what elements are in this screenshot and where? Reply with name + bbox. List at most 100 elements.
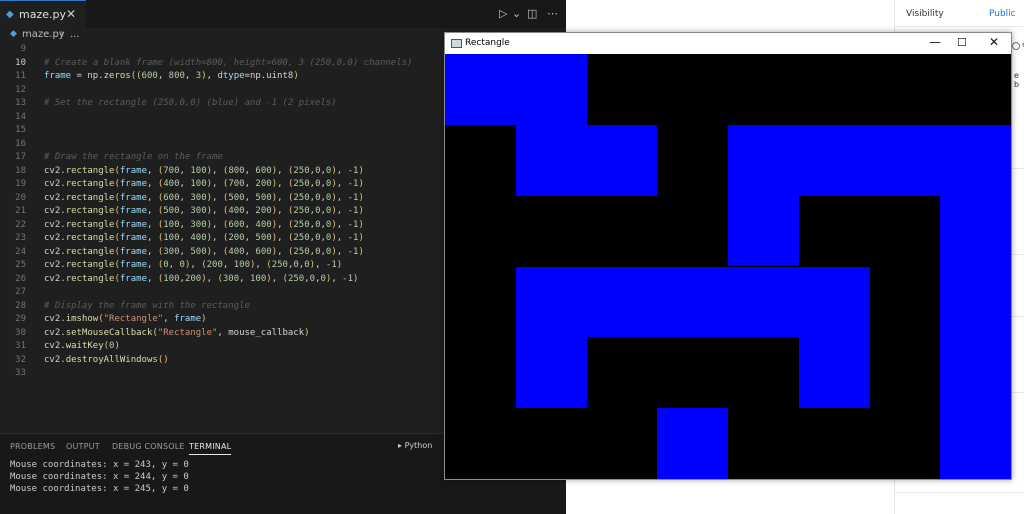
tab-terminal[interactable]: TERMINAL bbox=[189, 442, 232, 455]
code-token: 800 bbox=[228, 165, 245, 176]
code-token: , bbox=[212, 233, 223, 243]
code-token: frame bbox=[119, 206, 147, 216]
code-token: 600 bbox=[255, 165, 272, 176]
code-text: frame = np.zeros((600, 800, 3), dtype=np… bbox=[44, 70, 299, 84]
code-token: "Rectangle" bbox=[157, 327, 218, 338]
line-number: 26 bbox=[15, 273, 26, 284]
code-token: , bbox=[179, 219, 191, 230]
terminal-line: Mouse coordinates: x = 243, y = 0 bbox=[10, 460, 189, 470]
code-token: 700 bbox=[163, 165, 180, 176]
code-token: 500 bbox=[255, 192, 272, 203]
opencv-window[interactable]: Rectangle — ☐ ✕ bbox=[444, 32, 1012, 480]
code-token: 250 bbox=[293, 246, 310, 257]
code-token: frame bbox=[44, 71, 72, 81]
code-token: 300 bbox=[190, 219, 207, 230]
code-token: 800 bbox=[168, 71, 185, 81]
line-number: 19 bbox=[15, 179, 26, 189]
code-token: frame bbox=[119, 246, 147, 257]
code-token: =np.uint8 bbox=[244, 71, 294, 81]
code-token: , bbox=[336, 246, 348, 257]
code-text: # Set the rectangle (250,0,0) (blue) and… bbox=[44, 97, 337, 111]
breadcrumb-more[interactable]: ... bbox=[70, 29, 80, 40]
line-number: 13 bbox=[15, 98, 26, 108]
code-token: frame bbox=[119, 192, 147, 203]
code-token: 500 bbox=[255, 233, 272, 243]
minimize-icon[interactable]: — bbox=[929, 35, 941, 49]
code-token: , bbox=[222, 260, 234, 270]
close-icon[interactable]: ✕ bbox=[989, 35, 999, 49]
code-text: cv2.rectangle(frame, (400, 100), (700, 2… bbox=[44, 178, 364, 192]
code-text: cv2.rectangle(frame, (100, 300), (600, 4… bbox=[44, 219, 364, 233]
code-token: 100 bbox=[233, 260, 250, 270]
code-token: 400 bbox=[163, 179, 180, 189]
code-token: cv2. bbox=[44, 314, 66, 324]
code-token: , bbox=[336, 206, 348, 216]
code-token: -1 bbox=[342, 273, 354, 284]
code-token: rectangle bbox=[65, 260, 115, 270]
code-token: rectangle bbox=[65, 273, 115, 284]
code-token: , bbox=[146, 273, 158, 284]
terminal-selector[interactable]: ▸ Python bbox=[398, 441, 432, 450]
close-icon[interactable]: ✕ bbox=[66, 7, 76, 21]
chevron-down-icon[interactable]: ⌄ bbox=[512, 7, 521, 20]
code-token: , bbox=[179, 179, 191, 189]
maximize-icon[interactable]: ☐ bbox=[957, 36, 967, 49]
tab-problems[interactable]: PROBLEMS bbox=[10, 442, 55, 451]
code-text: # Draw the rectangle on the frame bbox=[44, 151, 223, 165]
split-editor-icon[interactable]: ◫ bbox=[527, 7, 537, 20]
blue-rectangle bbox=[728, 195, 799, 267]
code-token: , bbox=[244, 206, 256, 216]
text-fragment: e b bbox=[1014, 71, 1020, 89]
code-token: 200 bbox=[228, 233, 245, 243]
code-token: , bbox=[146, 206, 158, 216]
python-file-icon: ◆ bbox=[6, 9, 14, 20]
line-number: 14 bbox=[15, 111, 26, 122]
code-token: , bbox=[244, 179, 256, 189]
code-token: cv2. bbox=[44, 233, 66, 243]
more-actions-icon[interactable]: ⋯ bbox=[547, 7, 558, 20]
code-token: 200 bbox=[184, 273, 202, 284]
code-token: -1 bbox=[347, 179, 359, 189]
code-token: 100 bbox=[163, 273, 180, 284]
tab-debug-console[interactable]: DEBUG CONSOLE bbox=[112, 442, 185, 451]
image-canvas[interactable] bbox=[445, 54, 1011, 479]
visibility-value[interactable]: Public bbox=[989, 9, 1016, 19]
code-token: , bbox=[277, 206, 288, 216]
code-token: , bbox=[206, 71, 218, 81]
radio-button[interactable] bbox=[1012, 42, 1020, 50]
line-number: 23 bbox=[15, 233, 26, 243]
code-token: 600 bbox=[228, 219, 245, 230]
tab-maze-py[interactable]: ◆ maze.py ✕ bbox=[0, 0, 86, 28]
terminal-line: Mouse coordinates: x = 244, y = 0 bbox=[10, 472, 189, 482]
code-token: cv2. bbox=[44, 327, 66, 338]
line-number: 16 bbox=[15, 138, 26, 149]
tab-output[interactable]: OUTPUT bbox=[66, 442, 100, 451]
code-token: 200 bbox=[255, 206, 272, 216]
code-token: 100 bbox=[250, 273, 267, 284]
code-token: frame bbox=[119, 233, 147, 243]
code-token: rectangle bbox=[65, 206, 115, 216]
code-token: cv2. bbox=[44, 260, 66, 270]
code-token: cv2. bbox=[44, 165, 66, 176]
breadcrumb-file[interactable]: maze.py bbox=[22, 29, 65, 40]
code-token: ) bbox=[293, 71, 299, 81]
run-icon[interactable]: ▷ bbox=[499, 7, 507, 20]
code-token: , bbox=[336, 179, 348, 189]
code-token: 300 bbox=[190, 206, 207, 216]
code-token: frame bbox=[119, 219, 147, 230]
code-token: 100 bbox=[163, 219, 180, 230]
code-token: , bbox=[190, 260, 202, 270]
code-token: 600 bbox=[141, 71, 158, 81]
window-title-bar[interactable]: Rectangle — ☐ ✕ bbox=[445, 33, 1011, 54]
code-token: , mouse_callback bbox=[217, 327, 305, 338]
code-token: # Draw the rectangle on the frame bbox=[44, 152, 223, 162]
code-text: cv2.setMouseCallback("Rectangle", mouse_… bbox=[44, 327, 310, 341]
code-token: , bbox=[212, 179, 223, 189]
line-number: 29 bbox=[15, 314, 26, 324]
code-token: 250 bbox=[293, 219, 310, 230]
code-token: ) bbox=[358, 192, 364, 203]
visibility-label: Visibility bbox=[906, 9, 944, 19]
code-token: frame bbox=[119, 273, 147, 284]
code-token: rectangle bbox=[65, 192, 115, 203]
code-token: , bbox=[163, 314, 175, 324]
